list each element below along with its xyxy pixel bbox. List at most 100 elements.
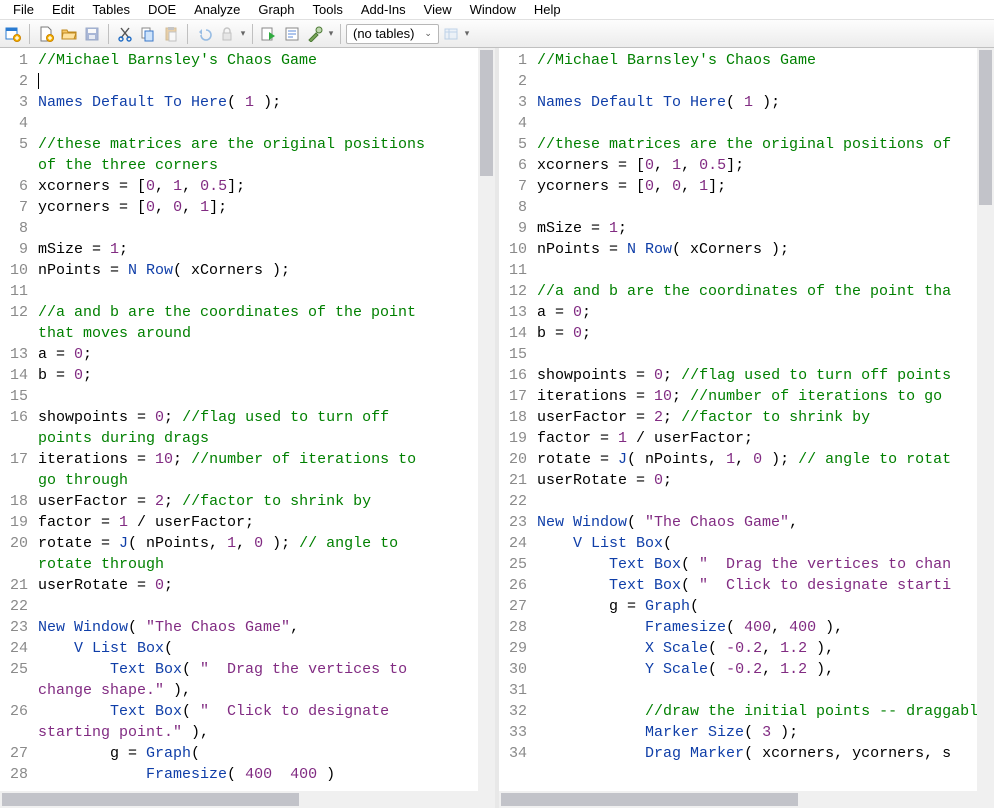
code-line[interactable]: a = 0; <box>38 344 476 365</box>
code-line[interactable] <box>38 113 476 134</box>
scrollbar-thumb[interactable] <box>979 50 992 205</box>
right-code-editor[interactable]: //Michael Barnsley's Chaos Game Names Def… <box>533 48 977 791</box>
code-line[interactable]: Framesize( 400, 400 ), <box>537 617 975 638</box>
code-line[interactable] <box>537 680 975 701</box>
left-horizontal-scrollbar[interactable] <box>0 791 495 808</box>
menu-view[interactable]: View <box>415 1 461 18</box>
code-line[interactable]: of the three corners <box>38 155 476 176</box>
left-code-editor[interactable]: //Michael Barnsley's Chaos Game Names Def… <box>34 48 478 791</box>
code-line[interactable]: nPoints = N Row( xCorners ); <box>38 260 476 281</box>
code-line[interactable]: iterations = 10; //number of iterations … <box>537 386 975 407</box>
code-line[interactable]: Text Box( " Drag the vertices to <box>38 659 476 680</box>
code-line[interactable]: showpoints = 0; //flag used to turn off … <box>537 365 975 386</box>
toolbar-table-action-icon[interactable] <box>440 23 462 45</box>
code-line[interactable]: Text Box( " Click to designate <box>38 701 476 722</box>
scrollbar-thumb[interactable] <box>501 793 798 806</box>
code-line[interactable]: Names Default To Here( 1 ); <box>38 92 476 113</box>
code-line[interactable]: //Michael Barnsley's Chaos Game <box>537 50 975 71</box>
left-vertical-scrollbar[interactable] <box>478 48 495 791</box>
code-line[interactable]: rotate through <box>38 554 476 575</box>
toolbar-new-datatable-icon[interactable] <box>2 23 24 45</box>
toolbar-script-icon[interactable] <box>281 23 303 45</box>
code-line[interactable] <box>38 596 476 617</box>
scrollbar-thumb[interactable] <box>2 793 299 806</box>
code-line[interactable] <box>537 197 975 218</box>
code-line[interactable]: X Scale( -0.2, 1.2 ), <box>537 638 975 659</box>
code-line[interactable]: factor = 1 / userFactor; <box>537 428 975 449</box>
code-line[interactable] <box>537 491 975 512</box>
code-line[interactable]: rotate = J( nPoints, 1, 0 ); // angle to… <box>537 449 975 470</box>
code-line[interactable]: userRotate = 0; <box>38 575 476 596</box>
code-line[interactable] <box>537 344 975 365</box>
code-line[interactable]: //a and b are the coordinates of the poi… <box>537 281 975 302</box>
toolbar-lock-icon[interactable] <box>216 23 238 45</box>
code-line[interactable]: Framesize( 400 400 ) <box>38 764 476 785</box>
toolbar-save-icon[interactable] <box>81 23 103 45</box>
code-line[interactable]: points during drags <box>38 428 476 449</box>
code-line[interactable]: //draw the initial points -- draggable <box>537 701 975 722</box>
toolbar-open-icon[interactable] <box>58 23 80 45</box>
toolbar-undo-icon[interactable] <box>193 23 215 45</box>
code-line[interactable]: xcorners = [0, 1, 0.5]; <box>38 176 476 197</box>
code-line[interactable] <box>38 281 476 302</box>
code-line[interactable]: New Window( "The Chaos Game", <box>537 512 975 533</box>
code-line[interactable]: ycorners = [0, 0, 1]; <box>537 176 975 197</box>
code-line[interactable]: userFactor = 2; //factor to shrink by <box>38 491 476 512</box>
menu-file[interactable]: File <box>4 1 43 18</box>
toolbar-overflow-icon[interactable]: ▾ <box>327 28 335 39</box>
code-line[interactable]: Text Box( " Click to designate starti <box>537 575 975 596</box>
code-line[interactable]: Y Scale( -0.2, 1.2 ), <box>537 659 975 680</box>
code-line[interactable]: b = 0; <box>38 365 476 386</box>
code-line[interactable]: userFactor = 2; //factor to shrink by <box>537 407 975 428</box>
code-line[interactable] <box>537 764 975 785</box>
menu-graph[interactable]: Graph <box>249 1 303 18</box>
code-line[interactable]: xcorners = [0, 1, 0.5]; <box>537 155 975 176</box>
code-line[interactable]: rotate = J( nPoints, 1, 0 ); // angle to <box>38 533 476 554</box>
code-line[interactable] <box>537 71 975 92</box>
code-line[interactable]: //these matrices are the original positi… <box>537 134 975 155</box>
code-line[interactable]: //Michael Barnsley's Chaos Game <box>38 50 476 71</box>
code-line[interactable] <box>38 218 476 239</box>
menu-add-ins[interactable]: Add-Ins <box>352 1 415 18</box>
code-line[interactable]: go through <box>38 470 476 491</box>
code-line[interactable]: mSize = 1; <box>38 239 476 260</box>
code-line[interactable]: iterations = 10; //number of iterations … <box>38 449 476 470</box>
menu-window[interactable]: Window <box>461 1 525 18</box>
menu-tables[interactable]: Tables <box>83 1 139 18</box>
toolbar-paste-icon[interactable] <box>160 23 182 45</box>
code-line[interactable]: Text Box( " Drag the vertices to chan <box>537 554 975 575</box>
code-line[interactable]: userRotate = 0; <box>537 470 975 491</box>
code-line[interactable]: g = Graph( <box>537 596 975 617</box>
toolbar-run-icon[interactable] <box>258 23 280 45</box>
code-line[interactable]: nPoints = N Row( xCorners ); <box>537 239 975 260</box>
right-vertical-scrollbar[interactable] <box>977 48 994 791</box>
menu-analyze[interactable]: Analyze <box>185 1 249 18</box>
code-line[interactable]: starting point." ), <box>38 722 476 743</box>
code-line[interactable] <box>38 71 476 92</box>
menu-doe[interactable]: DOE <box>139 1 185 18</box>
table-selector[interactable]: (no tables) ⌄ <box>346 24 439 44</box>
code-line[interactable]: New Window( "The Chaos Game", <box>38 617 476 638</box>
code-line[interactable]: Marker Size( 3 ); <box>537 722 975 743</box>
code-line[interactable] <box>38 386 476 407</box>
code-line[interactable]: factor = 1 / userFactor; <box>38 512 476 533</box>
code-line[interactable]: Names Default To Here( 1 ); <box>537 92 975 113</box>
toolbar-copy-icon[interactable] <box>137 23 159 45</box>
code-line[interactable]: change shape." ), <box>38 680 476 701</box>
menu-edit[interactable]: Edit <box>43 1 83 18</box>
toolbar-overflow-icon[interactable]: ▾ <box>463 28 471 39</box>
code-line[interactable]: V List Box( <box>537 533 975 554</box>
code-line[interactable]: that moves around <box>38 323 476 344</box>
code-line[interactable]: a = 0; <box>537 302 975 323</box>
menu-tools[interactable]: Tools <box>304 1 352 18</box>
toolbar-tool-icon[interactable] <box>304 23 326 45</box>
toolbar-overflow-icon[interactable]: ▾ <box>239 28 247 39</box>
code-line[interactable] <box>537 113 975 134</box>
toolbar-new-icon[interactable] <box>35 23 57 45</box>
code-line[interactable] <box>537 260 975 281</box>
code-line[interactable]: //these matrices are the original positi… <box>38 134 476 155</box>
scrollbar-thumb[interactable] <box>480 50 493 176</box>
menu-help[interactable]: Help <box>525 1 570 18</box>
code-line[interactable]: b = 0; <box>537 323 975 344</box>
code-line[interactable]: g = Graph( <box>38 743 476 764</box>
